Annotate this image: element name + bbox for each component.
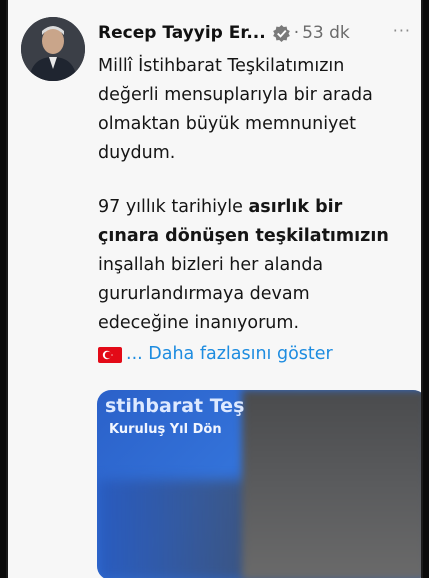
avatar[interactable]: [21, 17, 85, 81]
text-prefix: 97 yıllık tarihiyle: [98, 197, 249, 217]
text-line: 97 yıllık tarihiyle asırlık bir: [98, 193, 418, 222]
text-line: gururlandırmaya devam: [98, 284, 310, 304]
text-line: çınara dönüşen teşkilatımızın: [98, 222, 418, 251]
blurred-image-area: [242, 390, 421, 578]
text-line: değerli mensuplarıyla bir arada: [98, 85, 373, 105]
post-time[interactable]: 53 dk: [302, 23, 350, 43]
tweet-text: Millî İstihbarat Teşkilatımızın değerli …: [98, 52, 418, 369]
text-line: duydum.: [98, 143, 176, 163]
text-line: olmaktan büyük memnuniyet: [98, 114, 357, 134]
show-more-link[interactable]: ... Daha fazlasını göster: [126, 340, 333, 369]
card-subtitle: Kuruluş Yıl Dön: [109, 422, 222, 437]
text-line: inşallah bizleri her alanda: [98, 255, 324, 275]
bold-text: çınara dönüşen teşkilatımızın: [98, 226, 389, 246]
show-more-row: ... Daha fazlasını göster: [98, 340, 418, 369]
bold-text: asırlık bir: [248, 197, 343, 217]
tweet-header: Recep Tayyip Er... · 53 dk ···: [98, 18, 413, 48]
text-line: Millî İstihbarat Teşkilatımızın: [98, 56, 345, 76]
text-line: edeceğine inanıyorum.: [98, 313, 300, 333]
more-options-icon[interactable]: ···: [393, 21, 411, 40]
card-title: stihbarat Teş: [105, 395, 245, 417]
separator-dot: ·: [293, 23, 300, 43]
turkish-flag-icon: [98, 346, 122, 363]
media-card[interactable]: stihbarat Teş Kuruluş Yıl Dön: [97, 390, 421, 578]
verified-badge-icon: [272, 24, 290, 42]
tweet-frame: ​ Recep Tayyip Er... · 53 dk ··· Millî İ…: [6, 0, 423, 578]
author-name[interactable]: Recep Tayyip Er...: [98, 23, 266, 43]
